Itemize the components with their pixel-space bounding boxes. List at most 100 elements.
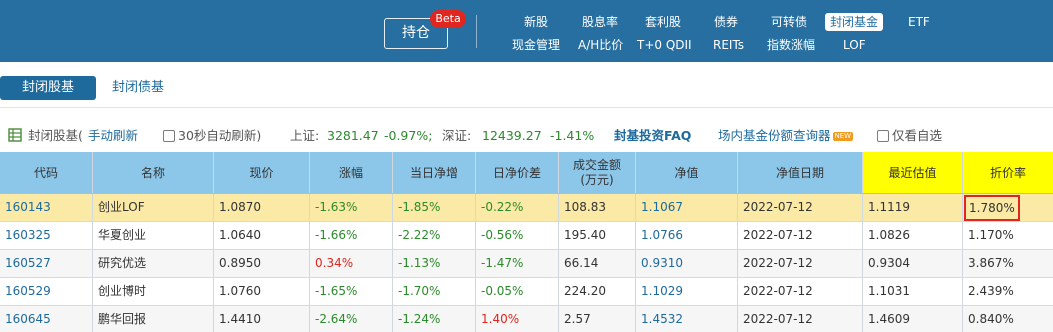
discount-rate-highlighted: 1.780% [964,195,1020,221]
nav-reits[interactable]: REITs [713,36,744,54]
nav-closed-funds[interactable]: 封闭基金 [825,13,884,31]
table-row[interactable]: 160143 创业LOF 1.0870 -1.63% -1.85% -0.22%… [0,194,1053,222]
sz-index-value: 12439.27 [482,128,542,143]
estimate: 1.1031 [863,278,963,305]
sh-index-change: -0.97%; [384,128,433,143]
amount-header-line2: (万元) [580,173,614,187]
fund-name: 华夏创业 [93,222,214,249]
nav-date: 2022-07-12 [738,222,863,249]
nav-change: -1.85% [393,194,476,221]
change: -1.65% [310,278,393,305]
nav-lof[interactable]: LOF [843,36,866,54]
nav-ah-ratio[interactable]: A/H比价 [578,36,623,54]
column-header-change[interactable]: 涨幅 [310,152,393,193]
sz-index-change: -1.41% [550,128,595,143]
nav-value: 0.9310 [636,250,738,277]
column-header-estimate[interactable]: 最近估值 [863,152,963,193]
price: 1.0640 [214,222,310,249]
change: -1.66% [310,222,393,249]
fund-code-link[interactable]: 160527 [0,250,93,277]
top-navigation: 持仓 Beta 新股 股息率 套利股 债券 可转债 封闭基金 ETF 现金管理 … [0,0,1053,62]
nav-diff: -0.22% [476,194,559,221]
nav-arbitrage[interactable]: 套利股 [645,13,681,31]
sz-index-label: 深证: [442,128,472,143]
column-header-code[interactable]: 代码 [0,152,93,193]
column-header-nav[interactable]: 净值 [636,152,738,193]
amount-header-line1: 成交金额 [572,158,621,172]
amount: 195.40 [559,222,636,249]
nav-diff: 1.40% [476,306,559,332]
nav-value: 1.1029 [636,278,738,305]
tab-closed-equity-funds[interactable]: 封闭股基 [0,76,96,100]
fund-code-link[interactable]: 160529 [0,278,93,305]
nav-date: 2022-07-12 [738,278,863,305]
table-row[interactable]: 160527 研究优选 0.8950 0.34% -1.13% -1.47% 6… [0,250,1053,278]
tab-closed-bond-funds[interactable]: 封闭债基 [112,76,164,100]
column-header-price[interactable]: 现价 [214,152,310,193]
nav-t0-qdii[interactable]: T+0 QDII [637,36,692,54]
nav-bonds[interactable]: 债券 [714,13,738,31]
nav-date: 2022-07-12 [738,306,863,332]
watchlist-only-checkbox[interactable]: 仅看自选 [877,127,942,145]
column-header-nav-change[interactable]: 当日净增 [393,152,476,193]
fund-name: 鹏华回报 [93,306,214,332]
query-tool-label: 场内基金份额查询器 [718,128,831,143]
nav-etf[interactable]: ETF [908,13,930,31]
beta-badge: Beta [430,10,466,28]
discount-rate: 1.170% [968,228,1014,242]
nav-value: 1.0766 [636,222,738,249]
column-header-amount[interactable]: 成交金额 (万元) [559,152,636,193]
change: -1.63% [310,194,393,221]
price: 1.4410 [214,306,310,332]
faq-link[interactable]: 封基投资FAQ [614,127,691,145]
watchlist-label: 仅看自选 [892,128,943,143]
column-header-discount[interactable]: 折价率 [963,152,1053,193]
change: 0.34% [310,250,393,277]
price: 1.0870 [214,194,310,221]
discount-rate: 2.439% [968,284,1014,298]
fund-code-link[interactable]: 160645 [0,306,93,332]
checkbox-icon [163,130,175,142]
price: 0.8950 [214,250,310,277]
sh-index-value: 3281.47 [327,128,379,143]
price: 1.0760 [214,278,310,305]
column-header-nav-date[interactable]: 净值日期 [738,152,863,193]
table-header-row: 代码 名称 现价 涨幅 当日净增 日净价差 成交金额 (万元) 净值 净值日期 最… [0,152,1053,194]
nav-change: -1.13% [393,250,476,277]
fund-code-link[interactable]: 160143 [0,194,93,221]
column-header-name[interactable]: 名称 [93,152,214,193]
nav-value: 1.1067 [636,194,738,221]
fund-name: 研究优选 [93,250,214,277]
estimate: 1.1119 [863,194,963,221]
nav-dividend-yield[interactable]: 股息率 [582,13,618,31]
amount: 108.83 [559,194,636,221]
filter-bar: 封闭股基( 手动刷新 30秒自动刷新) 上证: 3281.47 -0.97%; … [0,124,1053,148]
discount-rate-cell: 1.780% [963,194,1053,221]
estimate: 0.9304 [863,250,963,277]
nav-new-stocks[interactable]: 新股 [524,13,548,31]
fund-name: 创业博时 [93,278,214,305]
nav-change: -1.24% [393,306,476,332]
nav-diff: -1.47% [476,250,559,277]
manual-refresh-link[interactable]: 手动刷新 [88,127,138,145]
fund-code-link[interactable]: 160325 [0,222,93,249]
nav-index-change[interactable]: 指数涨幅 [767,36,815,54]
nav-cash-management[interactable]: 现金管理 [512,36,560,54]
table-row[interactable]: 160529 创业博时 1.0760 -1.65% -1.70% -0.05% … [0,278,1053,306]
amount: 224.20 [559,278,636,305]
table-row[interactable]: 160645 鹏华回报 1.4410 -2.64% -1.24% 1.40% 2… [0,306,1053,332]
nav-diff: -0.05% [476,278,559,305]
change: -2.64% [310,306,393,332]
estimate: 1.4609 [863,306,963,332]
nav-date: 2022-07-12 [738,250,863,277]
fund-share-query-link[interactable]: 场内基金份额查询器 NEW [718,127,854,145]
amount: 2.57 [559,306,636,332]
nav-change: -2.22% [393,222,476,249]
auto-refresh-checkbox[interactable]: 30秒自动刷新) [163,127,261,145]
nav-divider [476,15,477,48]
column-header-nav-diff[interactable]: 日净价差 [476,152,559,193]
table-row[interactable]: 160325 华夏创业 1.0640 -1.66% -2.22% -0.56% … [0,222,1053,250]
nav-convertible-bonds[interactable]: 可转债 [771,13,807,31]
table-icon [8,128,22,147]
new-badge: NEW [832,132,854,141]
